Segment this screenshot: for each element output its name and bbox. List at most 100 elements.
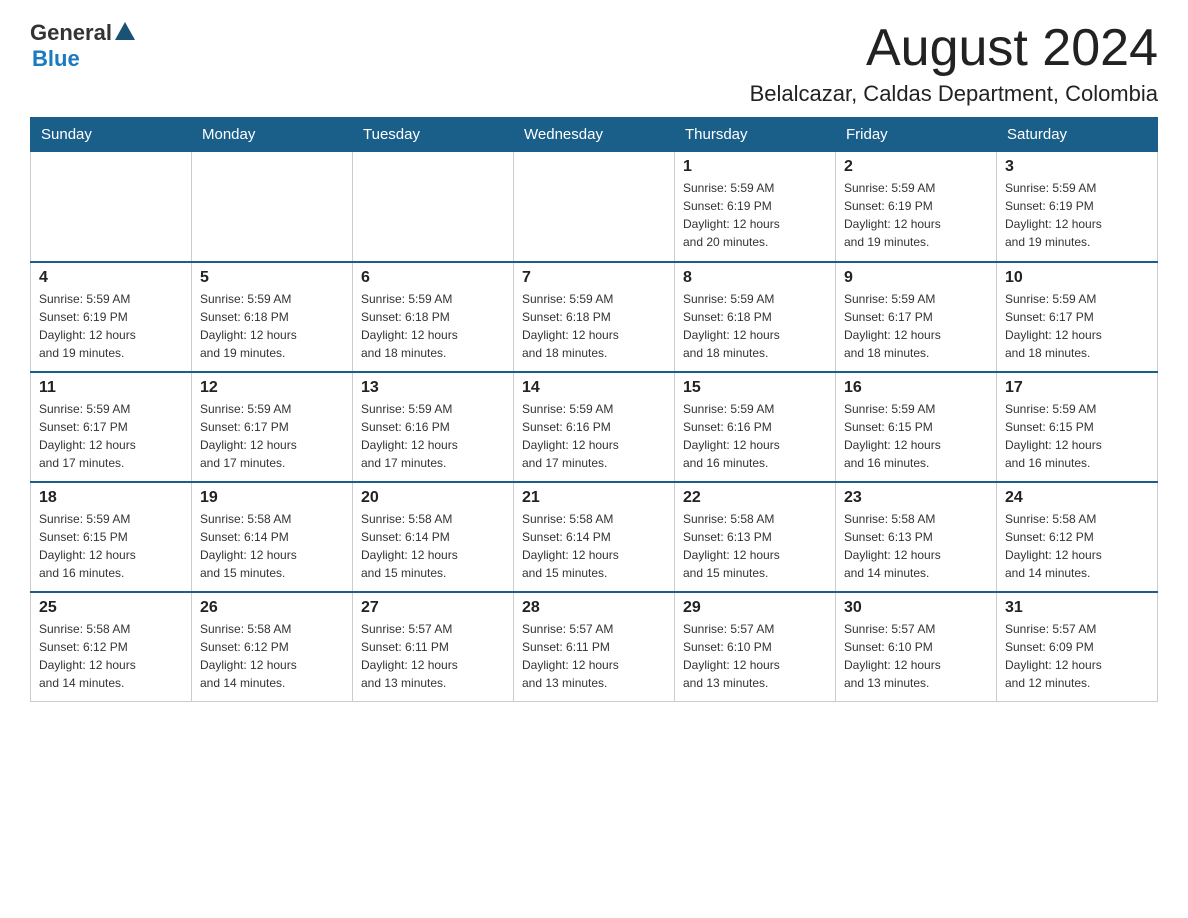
logo: General Blue bbox=[30, 20, 135, 72]
day-info: Sunrise: 5:57 AMSunset: 6:10 PMDaylight:… bbox=[844, 620, 988, 692]
day-info: Sunrise: 5:58 AMSunset: 6:13 PMDaylight:… bbox=[844, 510, 988, 582]
calendar-cell: 15 Sunrise: 5:59 AMSunset: 6:16 PMDayligh… bbox=[675, 372, 836, 482]
calendar-cell: 11 Sunrise: 5:59 AMSunset: 6:17 PMDayligh… bbox=[31, 372, 192, 482]
calendar-cell: 3 Sunrise: 5:59 AMSunset: 6:19 PMDaylight… bbox=[997, 152, 1158, 262]
day-info: Sunrise: 5:59 AMSunset: 6:18 PMDaylight:… bbox=[683, 290, 827, 362]
calendar-cell: 14 Sunrise: 5:59 AMSunset: 6:16 PMDayligh… bbox=[514, 372, 675, 482]
day-number: 21 bbox=[522, 489, 666, 507]
calendar-cell: 1 Sunrise: 5:59 AMSunset: 6:19 PMDaylight… bbox=[675, 152, 836, 262]
page-header: General Blue August 2024 Belalcazar, Cal… bbox=[30, 20, 1158, 107]
title-block: August 2024 Belalcazar, Caldas Departmen… bbox=[750, 20, 1158, 107]
day-header-sunday: Sunday bbox=[31, 118, 192, 152]
day-number: 12 bbox=[200, 379, 344, 397]
day-number: 6 bbox=[361, 269, 505, 287]
day-info: Sunrise: 5:59 AMSunset: 6:17 PMDaylight:… bbox=[844, 290, 988, 362]
day-number: 4 bbox=[39, 269, 183, 287]
calendar-cell: 24Sunrise: 5:58 AMSunset: 6:12 PMDayligh… bbox=[997, 482, 1158, 592]
day-number: 27 bbox=[361, 599, 505, 617]
day-number: 13 bbox=[361, 379, 505, 397]
day-number: 22 bbox=[683, 489, 827, 507]
calendar-cell: 4 Sunrise: 5:59 AMSunset: 6:19 PMDaylight… bbox=[31, 262, 192, 372]
calendar-cell: 18 Sunrise: 5:59 AMSunset: 6:15 PMDayligh… bbox=[31, 482, 192, 592]
calendar-cell: 23 Sunrise: 5:58 AMSunset: 6:13 PMDayligh… bbox=[836, 482, 997, 592]
day-number: 5 bbox=[200, 269, 344, 287]
day-header-monday: Monday bbox=[192, 118, 353, 152]
calendar-cell bbox=[353, 152, 514, 262]
calendar-cell: 2 Sunrise: 5:59 AMSunset: 6:19 PMDaylight… bbox=[836, 152, 997, 262]
day-info: Sunrise: 5:59 AMSunset: 6:15 PMDaylight:… bbox=[844, 400, 988, 472]
day-number: 19 bbox=[200, 489, 344, 507]
day-number: 24 bbox=[1005, 489, 1149, 507]
calendar-cell: 6 Sunrise: 5:59 AMSunset: 6:18 PMDaylight… bbox=[353, 262, 514, 372]
day-number: 23 bbox=[844, 489, 988, 507]
calendar-cell: 31Sunrise: 5:57 AMSunset: 6:09 PMDayligh… bbox=[997, 592, 1158, 702]
calendar-cell: 17 Sunrise: 5:59 AMSunset: 6:15 PMDayligh… bbox=[997, 372, 1158, 482]
calendar-cell: 22 Sunrise: 5:58 AMSunset: 6:13 PMDayligh… bbox=[675, 482, 836, 592]
day-number: 17 bbox=[1005, 379, 1149, 397]
logo-blue-text: Blue bbox=[32, 46, 80, 72]
day-info: Sunrise: 5:59 AMSunset: 6:15 PMDaylight:… bbox=[39, 510, 183, 582]
day-info: Sunrise: 5:59 AMSunset: 6:18 PMDaylight:… bbox=[361, 290, 505, 362]
calendar-cell: 12 Sunrise: 5:59 AMSunset: 6:17 PMDayligh… bbox=[192, 372, 353, 482]
day-info: Sunrise: 5:59 AMSunset: 6:18 PMDaylight:… bbox=[522, 290, 666, 362]
calendar-cell: 26 Sunrise: 5:58 AMSunset: 6:12 PMDayligh… bbox=[192, 592, 353, 702]
calendar-cell: 7 Sunrise: 5:59 AMSunset: 6:18 PMDaylight… bbox=[514, 262, 675, 372]
day-number: 2 bbox=[844, 158, 988, 176]
day-number: 1 bbox=[683, 158, 827, 176]
day-info: Sunrise: 5:57 AMSunset: 6:10 PMDaylight:… bbox=[683, 620, 827, 692]
day-number: 3 bbox=[1005, 158, 1149, 176]
day-number: 20 bbox=[361, 489, 505, 507]
day-number: 18 bbox=[39, 489, 183, 507]
day-info: Sunrise: 5:57 AMSunset: 6:11 PMDaylight:… bbox=[522, 620, 666, 692]
calendar-cell: 8Sunrise: 5:59 AMSunset: 6:18 PMDaylight… bbox=[675, 262, 836, 372]
day-info: Sunrise: 5:59 AMSunset: 6:16 PMDaylight:… bbox=[683, 400, 827, 472]
calendar-week-row: 1 Sunrise: 5:59 AMSunset: 6:19 PMDaylight… bbox=[31, 152, 1158, 262]
logo-general-text: General bbox=[30, 20, 112, 46]
day-info: Sunrise: 5:59 AMSunset: 6:19 PMDaylight:… bbox=[844, 179, 988, 251]
day-info: Sunrise: 5:59 AMSunset: 6:17 PMDaylight:… bbox=[1005, 290, 1149, 362]
day-info: Sunrise: 5:58 AMSunset: 6:12 PMDaylight:… bbox=[200, 620, 344, 692]
day-info: Sunrise: 5:57 AMSunset: 6:09 PMDaylight:… bbox=[1005, 620, 1149, 692]
calendar-cell bbox=[192, 152, 353, 262]
day-info: Sunrise: 5:58 AMSunset: 6:13 PMDaylight:… bbox=[683, 510, 827, 582]
calendar-cell: 30 Sunrise: 5:57 AMSunset: 6:10 PMDayligh… bbox=[836, 592, 997, 702]
day-info: Sunrise: 5:59 AMSunset: 6:19 PMDaylight:… bbox=[39, 290, 183, 362]
calendar-table: SundayMondayTuesdayWednesdayThursdayFrid… bbox=[30, 117, 1158, 702]
calendar-cell: 19Sunrise: 5:58 AMSunset: 6:14 PMDayligh… bbox=[192, 482, 353, 592]
day-info: Sunrise: 5:59 AMSunset: 6:19 PMDaylight:… bbox=[683, 179, 827, 251]
day-number: 11 bbox=[39, 379, 183, 397]
calendar-week-row: 11 Sunrise: 5:59 AMSunset: 6:17 PMDayligh… bbox=[31, 372, 1158, 482]
day-header-wednesday: Wednesday bbox=[514, 118, 675, 152]
calendar-cell bbox=[514, 152, 675, 262]
day-number: 7 bbox=[522, 269, 666, 287]
calendar-cell bbox=[31, 152, 192, 262]
calendar-week-row: 18 Sunrise: 5:59 AMSunset: 6:15 PMDayligh… bbox=[31, 482, 1158, 592]
day-number: 25 bbox=[39, 599, 183, 617]
day-info: Sunrise: 5:59 AMSunset: 6:17 PMDaylight:… bbox=[200, 400, 344, 472]
calendar-cell: 29 Sunrise: 5:57 AMSunset: 6:10 PMDayligh… bbox=[675, 592, 836, 702]
calendar-cell: 28Sunrise: 5:57 AMSunset: 6:11 PMDayligh… bbox=[514, 592, 675, 702]
calendar-cell: 5Sunrise: 5:59 AMSunset: 6:18 PMDaylight… bbox=[192, 262, 353, 372]
day-info: Sunrise: 5:58 AMSunset: 6:12 PMDaylight:… bbox=[39, 620, 183, 692]
day-info: Sunrise: 5:59 AMSunset: 6:19 PMDaylight:… bbox=[1005, 179, 1149, 251]
day-info: Sunrise: 5:58 AMSunset: 6:14 PMDaylight:… bbox=[522, 510, 666, 582]
month-title: August 2024 bbox=[750, 20, 1158, 77]
day-header-friday: Friday bbox=[836, 118, 997, 152]
day-number: 26 bbox=[200, 599, 344, 617]
calendar-cell: 10 Sunrise: 5:59 AMSunset: 6:17 PMDayligh… bbox=[997, 262, 1158, 372]
logo-triangle-icon bbox=[115, 22, 135, 44]
calendar-cell: 20 Sunrise: 5:58 AMSunset: 6:14 PMDayligh… bbox=[353, 482, 514, 592]
day-info: Sunrise: 5:59 AMSunset: 6:15 PMDaylight:… bbox=[1005, 400, 1149, 472]
day-info: Sunrise: 5:59 AMSunset: 6:16 PMDaylight:… bbox=[522, 400, 666, 472]
day-info: Sunrise: 5:57 AMSunset: 6:11 PMDaylight:… bbox=[361, 620, 505, 692]
day-number: 14 bbox=[522, 379, 666, 397]
day-number: 15 bbox=[683, 379, 827, 397]
day-number: 10 bbox=[1005, 269, 1149, 287]
day-info: Sunrise: 5:58 AMSunset: 6:14 PMDaylight:… bbox=[361, 510, 505, 582]
day-number: 29 bbox=[683, 599, 827, 617]
calendar-cell: 13Sunrise: 5:59 AMSunset: 6:16 PMDayligh… bbox=[353, 372, 514, 482]
day-number: 30 bbox=[844, 599, 988, 617]
day-info: Sunrise: 5:59 AMSunset: 6:17 PMDaylight:… bbox=[39, 400, 183, 472]
calendar-cell: 9Sunrise: 5:59 AMSunset: 6:17 PMDaylight… bbox=[836, 262, 997, 372]
day-number: 16 bbox=[844, 379, 988, 397]
